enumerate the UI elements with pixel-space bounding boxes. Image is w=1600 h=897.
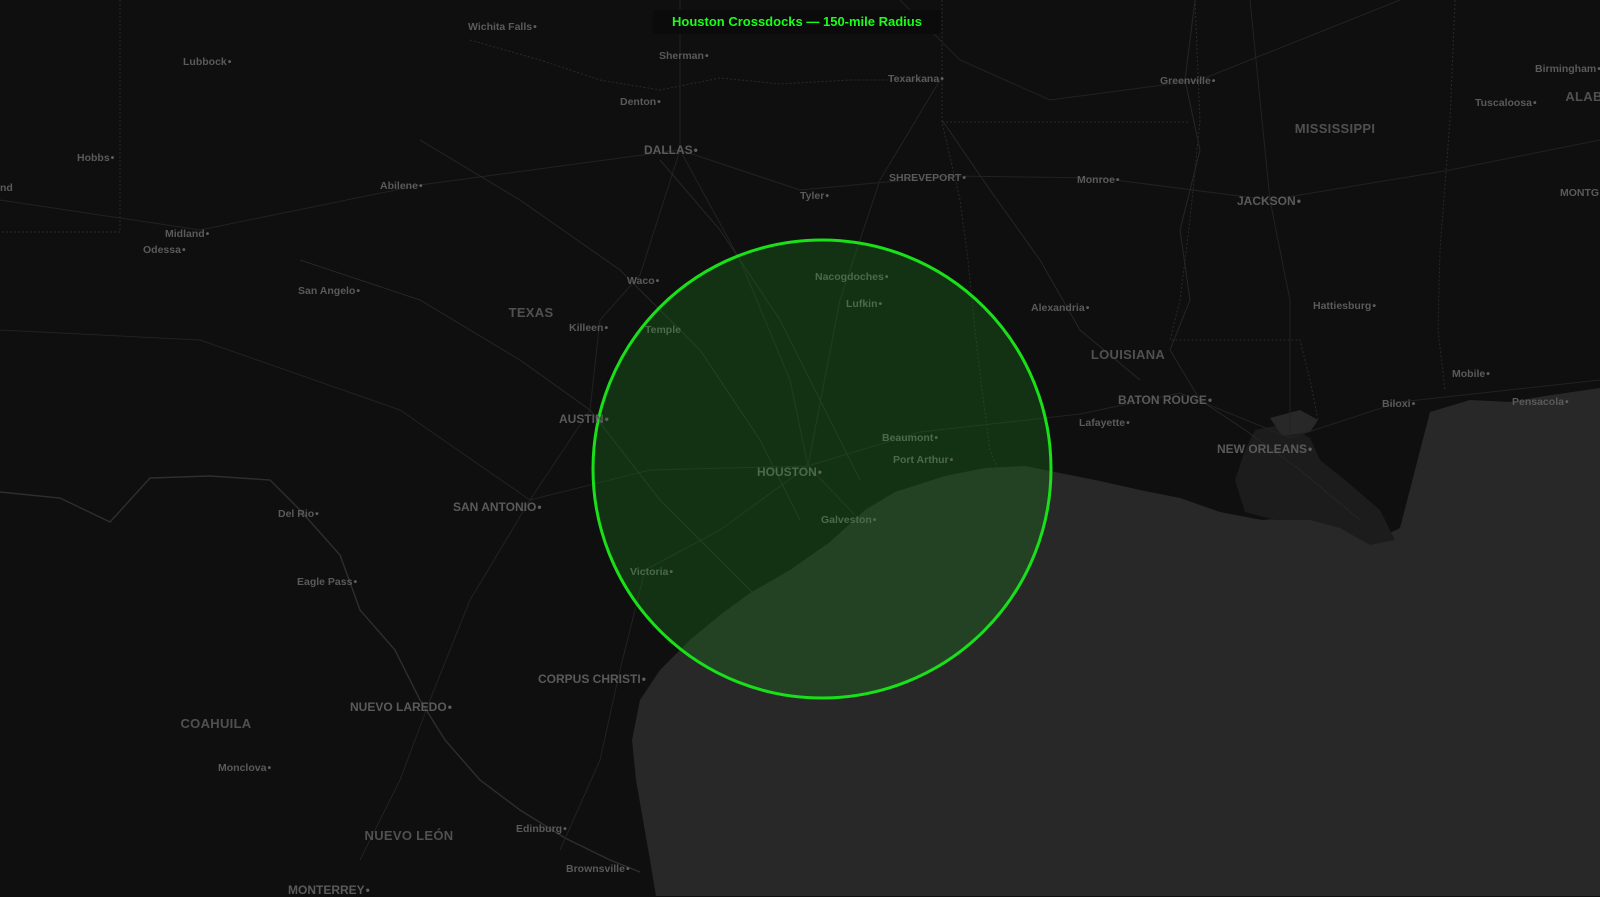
city-label-new-orleans: NEW ORLEANS — [1217, 443, 1312, 455]
map-title: Houston Crossdocks — 150-mile Radius — [653, 10, 941, 34]
city-label-nacogdoches: Nacogdoches — [815, 271, 889, 283]
city-label-victoria: Victoria — [630, 566, 673, 578]
city-label-odessa: Odessa — [143, 244, 186, 256]
region-label-nuevo-leon: NUEVO LEÓN — [364, 828, 454, 843]
region-label-coahuila: COAHUILA — [180, 716, 252, 731]
city-label-alexandria: Alexandria — [1031, 302, 1089, 314]
city-label-beaumont: Beaumont — [882, 432, 938, 444]
radius-circle[interactable] — [591, 238, 1053, 700]
city-label-corpus-christi: CORPUS CHRISTI — [538, 673, 646, 685]
city-label-abilene: Abilene — [380, 180, 423, 192]
city-label-shreveport: SHREVEPORT — [889, 172, 966, 184]
city-label-wichita-falls: Wichita Falls — [468, 21, 537, 33]
region-label-mississippi: MISSISSIPPI — [1294, 121, 1376, 136]
city-label-denton: Denton — [620, 96, 661, 108]
city-label-monterrey: MONTERREY — [288, 884, 370, 896]
city-label-killeen: Killeen — [569, 322, 608, 334]
city-label-baton-rouge: BATON ROUGE — [1118, 394, 1212, 406]
city-label-monroe: Monroe — [1077, 174, 1120, 186]
city-label-tuscaloosa: Tuscaloosa — [1475, 97, 1537, 109]
city-label-lafayette: Lafayette — [1079, 417, 1130, 429]
region-label-alab: ALAB — [1565, 89, 1600, 104]
city-label-dallas: DALLAS — [644, 144, 698, 156]
city-label-nuevo-laredo: NUEVO LAREDO — [350, 701, 452, 713]
city-label-montg: MONTG — [1560, 187, 1600, 199]
city-label-eagle-pass: Eagle Pass — [297, 576, 357, 588]
city-label-jackson: JACKSON — [1237, 195, 1301, 207]
city-label-sherman: Sherman — [659, 50, 709, 62]
city-label-hobbs: Hobbs — [77, 152, 114, 164]
city-label-san-antonio: SAN ANTONIO — [453, 501, 542, 513]
city-label-tyler: Tyler — [800, 190, 829, 202]
city-label-del-rio: Del Rio — [278, 508, 319, 520]
city-label-pensacola: Pensacola — [1512, 396, 1569, 408]
city-label-galveston: Galveston — [821, 514, 876, 526]
city-label-port-arthur: Port Arthur — [893, 454, 953, 466]
city-label-biloxi: Biloxi — [1382, 398, 1415, 410]
city-label-lubbock: Lubbock — [183, 56, 231, 68]
city-label-birmingham: Birmingham — [1535, 63, 1600, 75]
region-label-texas: TEXAS — [508, 305, 554, 320]
city-label-edinburg: Edinburg — [516, 823, 567, 835]
city-label-austin: AUSTIN — [559, 413, 609, 425]
city-label-hattiesburg: Hattiesburg — [1313, 300, 1376, 312]
city-label-greenville: Greenville — [1160, 75, 1215, 87]
city-label-monclova: Monclova — [218, 762, 271, 774]
city-label-temple: Temple — [645, 324, 681, 336]
city-label-lufkin: Lufkin — [846, 298, 882, 310]
region-label-louisiana: LOUISIANA — [1090, 347, 1166, 362]
city-label-nd: nd — [0, 182, 13, 194]
city-label-waco: Waco — [627, 275, 659, 287]
city-label-mobile: Mobile — [1452, 368, 1490, 380]
city-label-midland: Midland — [165, 228, 209, 240]
city-label-houston[interactable]: HOUSTON — [757, 466, 822, 478]
city-label-texarkana: Texarkana — [888, 73, 944, 85]
city-label-san-angelo: San Angelo — [298, 285, 360, 297]
city-label-brownsville: Brownsville — [566, 863, 630, 875]
